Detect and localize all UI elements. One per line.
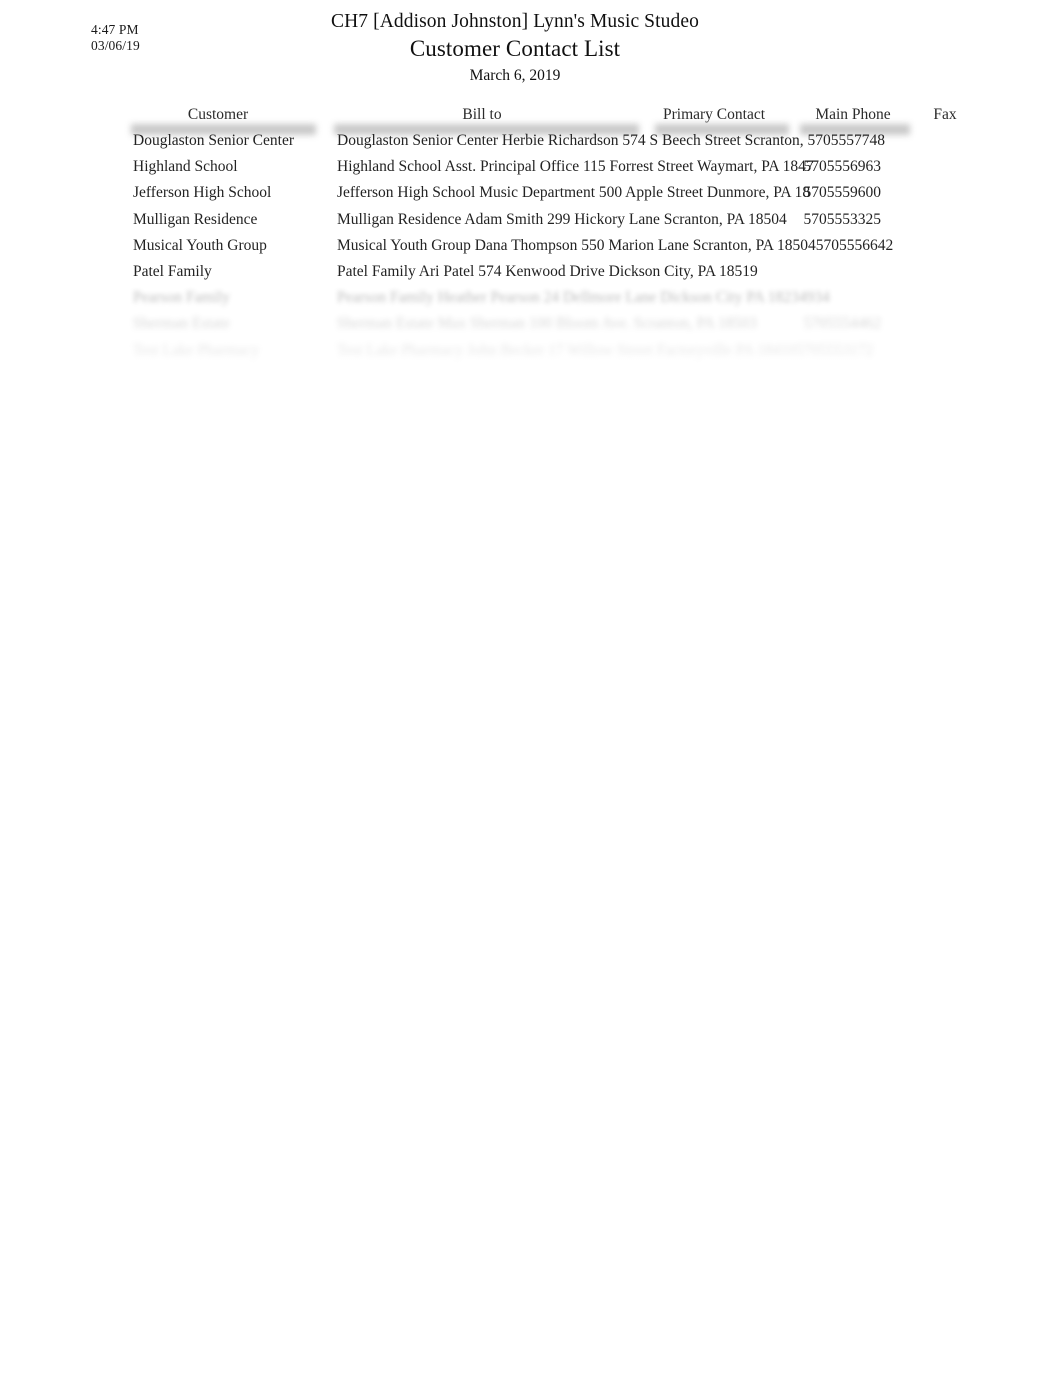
cell-main-phone: 5705556963 <box>803 158 882 176</box>
table-row: Jefferson High School Jefferson High Sch… <box>0 182 1062 208</box>
cell-main-phone: 5705554462 <box>803 315 882 333</box>
cell-main-phone: 5705559600 <box>803 184 882 202</box>
cell-customer: Mulligan Residence <box>133 210 258 228</box>
cell-bill-to: Douglaston Senior Center Herbie Richards… <box>337 132 885 149</box>
cell-customer: Sherman Estate <box>133 315 230 333</box>
cell-customer: Test Lake Pharmacy <box>133 341 260 359</box>
customer-contact-table: Customer Bill to Primary Contact Main Ph… <box>0 104 1062 359</box>
column-header-customer: Customer <box>187 106 249 123</box>
table-header-row: Customer Bill to Primary Contact Main Ph… <box>0 104 1062 135</box>
report-subtitle: Customer Contact List <box>409 36 621 61</box>
table-row: Douglaston Senior Center Douglaston Seni… <box>0 130 1062 156</box>
column-header-primary-contact: Primary Contact <box>662 106 766 123</box>
report-page: { "page": { "background_color": "#ffffff… <box>0 0 1062 1376</box>
cell-customer: Musical Youth Group <box>133 236 267 254</box>
cell-customer: Highland School <box>133 158 238 176</box>
cell-bill-to: Patel Family Ari Patel 574 Kenwood Drive… <box>337 262 758 280</box>
cell-bill-to: Test Lake Pharmacy John Becker 17 Willow… <box>337 341 874 359</box>
table-row: Musical Youth Group Musical Youth Group … <box>0 235 1062 261</box>
cell-bill-to: Musical Youth Group Dana Thompson 550 Ma… <box>337 236 894 254</box>
column-header-fax: Fax <box>933 106 957 123</box>
cell-customer: Douglaston Senior Center <box>133 132 295 149</box>
title-block: CH7 [Addison Johnston] Lynn's Music Stud… <box>0 10 1030 87</box>
report-date: March 6, 2019 <box>469 67 561 84</box>
cell-bill-to: Mulligan Residence Adam Smith 299 Hickor… <box>337 210 787 228</box>
report-title: CH7 [Addison Johnston] Lynn's Music Stud… <box>331 11 699 32</box>
table-row: Mulligan Residence Mulligan Residence Ad… <box>0 209 1062 235</box>
cell-bill-to: Sherman Estate Max Sherman 100 Bloom Ave… <box>337 315 757 333</box>
cell-customer: Patel Family <box>133 262 212 280</box>
table-row: Highland School Highland School Asst. Pr… <box>0 156 1062 182</box>
cell-bill-to: Jefferson High School Music Department 5… <box>337 184 811 202</box>
cell-main-phone: 5705553325 <box>803 210 882 228</box>
cell-customer: Jefferson High School <box>133 184 272 202</box>
table-row: Pearson Family Pearson Family Heather Pe… <box>0 287 1062 313</box>
table-row: Sherman Estate Sherman Estate Max Sherma… <box>0 313 1062 339</box>
cell-customer: Pearson Family <box>133 289 230 307</box>
column-header-bill-to: Bill to <box>462 106 502 123</box>
table-row: Test Lake Pharmacy Test Lake Pharmacy Jo… <box>0 340 1062 366</box>
table-body: Douglaston Senior Center Douglaston Seni… <box>0 130 1062 366</box>
table-row: Patel Family Patel Family Ari Patel 574 … <box>0 261 1062 287</box>
cell-bill-to: Pearson Family Heather Pearson 24 Dellmo… <box>337 289 830 307</box>
report-header: 4:47 PM 03/06/19 CH7 [Addison Johnston] … <box>0 0 1062 95</box>
cell-bill-to: Highland School Asst. Principal Office 1… <box>337 158 814 176</box>
column-header-main-phone: Main Phone <box>815 106 891 123</box>
